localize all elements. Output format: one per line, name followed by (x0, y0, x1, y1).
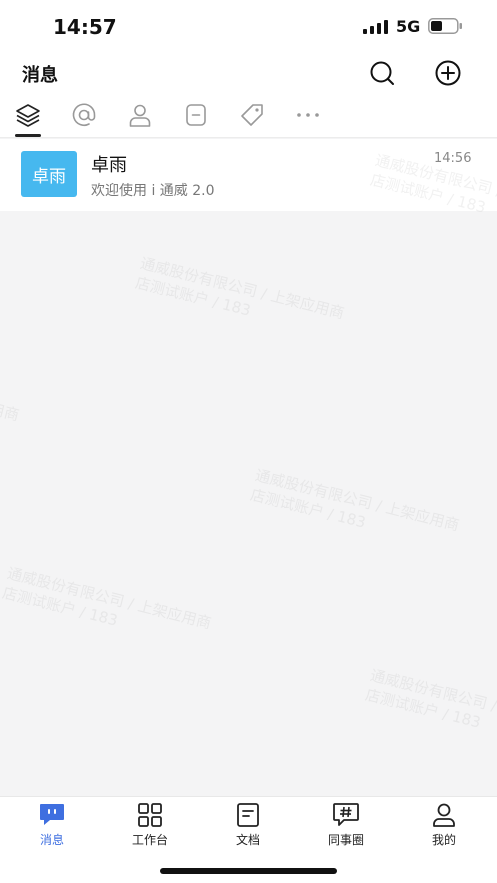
app-header: 消息 (0, 52, 497, 94)
message-list: 卓雨 卓雨 欢迎使用 i 通威 2.0 14:56 (0, 139, 497, 211)
tab-label: 工作台 (131, 833, 168, 847)
tab-label: 文档 (235, 833, 260, 847)
document-icon (237, 803, 259, 827)
watermark: 通威股份有限公司 / 上架应用商店测试账户 / 183 (133, 254, 347, 323)
hashtag-chat-icon (333, 803, 359, 826)
status-bar: 14:57 5G (0, 0, 497, 52)
message-time: 14:56 (434, 151, 472, 166)
tab-mentions[interactable] (71, 102, 99, 128)
watermark: 通威股份有限公司 / 上架应用商店测试账户 / 183 (0, 356, 22, 425)
add-button[interactable] (433, 58, 463, 88)
battery-icon (428, 18, 462, 34)
more-icon (297, 113, 319, 117)
tab-documents[interactable]: 文档 (208, 802, 288, 850)
search-icon (370, 61, 394, 85)
page-title: 消息 (22, 65, 58, 86)
network-type: 5G (396, 17, 421, 36)
list-item[interactable]: 卓雨 卓雨 欢迎使用 i 通威 2.0 14:56 (0, 139, 497, 211)
layers-icon (16, 104, 40, 127)
at-icon (72, 103, 96, 127)
user-icon (433, 803, 455, 827)
tab-workbench[interactable]: 工作台 (110, 802, 190, 850)
tag-icon (241, 104, 263, 126)
tab-contacts[interactable] (127, 102, 155, 128)
watermark: 通威股份有限公司 / 上架应用商店测试账户 / 183 (248, 466, 462, 535)
tab-more[interactable] (295, 102, 323, 128)
filter-tabs (0, 94, 497, 138)
status-time: 14:57 (53, 15, 117, 39)
sender-name: 卓雨 (91, 155, 127, 176)
tab-saved[interactable] (183, 102, 211, 128)
watermark: 通威股份有限公司 / 上架应用商店测试账户 / 183 (0, 564, 214, 633)
grid-icon (138, 803, 162, 827)
home-indicator[interactable] (160, 868, 337, 874)
chat-icon (40, 804, 64, 825)
tab-label: 消息 (39, 833, 64, 847)
tab-me[interactable]: 我的 (404, 802, 484, 850)
tab-label: 我的 (431, 833, 456, 847)
signal-icon (363, 20, 388, 34)
tab-label: 同事圈 (327, 833, 364, 847)
message-preview: 欢迎使用 i 通威 2.0 (91, 183, 215, 199)
tab-colleague-circle[interactable]: 同事圈 (306, 802, 386, 850)
search-button[interactable] (367, 58, 397, 88)
watermark: 通威股份有限公司 / 上架应用商店测试账户 / 183 (363, 666, 497, 734)
avatar: 卓雨 (21, 151, 77, 197)
tab-messages[interactable]: 消息 (12, 802, 92, 850)
tab-tags[interactable] (239, 102, 267, 128)
plus-circle-icon (435, 60, 461, 86)
tab-all-messages[interactable] (15, 102, 43, 128)
active-tab-indicator (15, 134, 41, 137)
contact-icon (129, 104, 151, 127)
bookmark-icon (186, 104, 206, 126)
